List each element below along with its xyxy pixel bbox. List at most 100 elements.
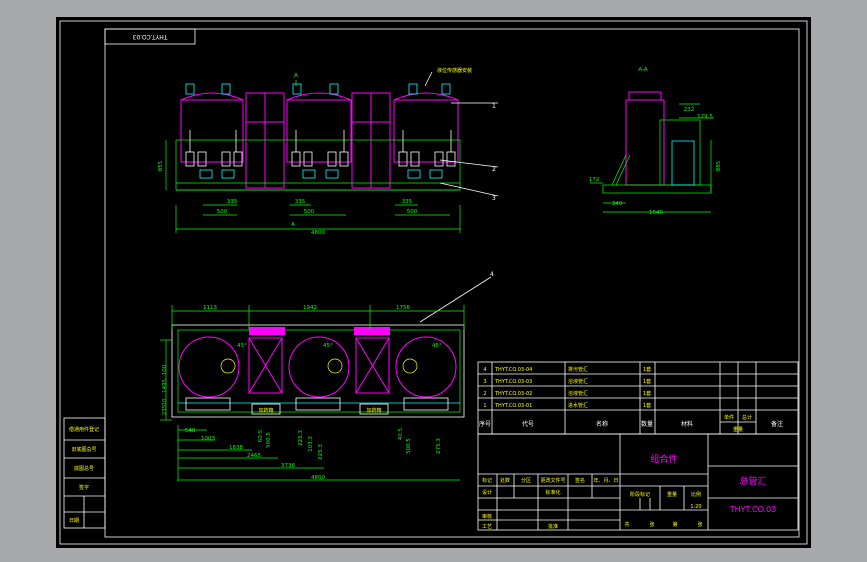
tb-stage-mark: 阶段标记 <box>630 491 650 498</box>
plan-vdim-2: 500.5 <box>266 432 272 448</box>
tb-page: 第 <box>672 521 677 528</box>
title-drawing-number: THYT.CO.03 <box>729 505 777 514</box>
cad-viewport[interactable]: { "title_box": {"drawing_no_mirrored": "… <box>0 0 867 562</box>
dim-side-bottom-left: 340 <box>612 201 623 207</box>
plan-angle-2: 45° <box>323 343 333 349</box>
bom-row-name: 溶液管汇 <box>568 390 588 397</box>
plan-vdim-1: 60.5 <box>258 429 264 442</box>
title-scale: 1:20 <box>690 504 701 510</box>
plan-angle-3: 45° <box>432 343 442 349</box>
title-assembly: 组合件 <box>650 453 677 465</box>
sheet-background <box>56 17 811 548</box>
plan-bottom-dim-2: 1003 <box>201 436 215 442</box>
bom-row-name: 进水管汇 <box>568 402 588 409</box>
plan-vdim-7: 500.5 <box>406 438 412 454</box>
tb-design: 设计 <box>482 489 492 496</box>
plan-module-label-1: 加药箱 <box>258 407 273 414</box>
plan-top-dim-3: 1756 <box>396 305 410 311</box>
callout-3: 3 <box>492 195 496 202</box>
bom-row-name: 排污管汇 <box>568 366 588 373</box>
plan-left-dim-3: 235 <box>162 404 168 415</box>
strip-label-1: 借通用件登记 <box>69 426 99 433</box>
bom-header-weight: 重量 <box>733 426 743 433</box>
plan-vdim-4: 103.3 <box>308 436 314 452</box>
plan-bottom-dim-1: 540 <box>185 428 196 434</box>
dim-front-2: 335 <box>295 199 306 205</box>
strip-label-3: 底图总号 <box>74 465 94 472</box>
dim-side-bottom: 1640 <box>649 210 663 216</box>
strip-label-2: 旧底图总号 <box>71 446 96 453</box>
bom-row-code: THYT.CO.03-03 <box>494 379 532 385</box>
tb-zone: 分区 <box>521 477 531 484</box>
dim-front-3: 335 <box>402 199 413 205</box>
callout-4: 4 <box>490 271 494 278</box>
sensor-note: 液位传感器安装 <box>437 67 472 74</box>
bom-row-code: THYT.CO.03-01 <box>494 403 532 409</box>
tb-zhang-2: 张 <box>697 521 702 528</box>
tb-ratio: 比例 <box>691 491 701 498</box>
tb-count: 处数 <box>500 477 510 484</box>
bom-row-code: THYT.CO.03-02 <box>494 391 532 397</box>
tb-change-doc: 更改文件号 <box>540 477 565 484</box>
dim-side-top: 232 <box>684 107 695 113</box>
strip-label-5: 日期 <box>69 518 79 524</box>
plan-vdim-6: 40.5 <box>398 427 404 440</box>
dim-side-left: 172 <box>589 177 600 183</box>
tb-sheets: 共 <box>624 521 629 528</box>
bom-row-no: 1 <box>483 403 486 409</box>
plan-bottom-dim-5: 3736 <box>281 463 295 469</box>
dim-side-offset: 129.5 <box>697 114 713 120</box>
callout-2: 2 <box>492 166 496 173</box>
section-mark-top: A <box>294 73 298 79</box>
bom-header-code: 代号 <box>522 420 534 428</box>
dim-front-6: 500 <box>407 209 418 215</box>
plan-top-dim-2: 1942 <box>303 305 317 311</box>
bom-row-qty: 1套 <box>643 378 651 385</box>
plan-left-dim-4: 100 <box>162 364 168 375</box>
tb-sign: 签名 <box>575 477 585 484</box>
callout-1: 1 <box>492 103 496 110</box>
dim-front-5: 500 <box>304 209 315 215</box>
section-mark-bottom: A <box>291 222 295 228</box>
bom-row-name: 溶液管汇 <box>568 378 588 385</box>
dim-front-overall: 4800 <box>311 230 325 236</box>
bom-row-qty: 1套 <box>643 402 651 409</box>
bom-header-total: 总计 <box>742 414 752 421</box>
bom-row-qty: 1套 <box>643 366 651 373</box>
dim-front-1: 335 <box>227 199 238 205</box>
plan-vdim-8: 275.3 <box>436 438 442 454</box>
plan-top-dim-1: 1113 <box>203 305 217 311</box>
bom-header-remark: 备注 <box>771 420 783 428</box>
title-drawing-name: 总管汇 <box>739 475 766 487</box>
dim-front-height: 855 <box>158 160 164 171</box>
plan-module-label-2: 加药箱 <box>366 407 381 414</box>
bom-row-no: 2 <box>483 391 486 397</box>
plan-bottom-dim-4: 2465 <box>247 453 261 459</box>
tb-date: 年、月、日 <box>593 477 618 484</box>
mirrored-drawing-number: THYT.CO.03 <box>132 33 168 40</box>
tb-standard: 标准化 <box>545 489 560 496</box>
bom-header-material: 材料 <box>681 420 693 428</box>
plan-bottom-dim-3: 1838 <box>229 445 243 451</box>
tb-weight: 重量 <box>667 491 677 498</box>
bom-header-qty: 数量 <box>641 420 653 428</box>
bom-row-code: THYT.CO.03-04 <box>494 367 532 373</box>
bom-row-no: 4 <box>483 367 486 373</box>
section-aa-label: A-A <box>638 67 648 73</box>
tb-mark: 标记 <box>482 477 492 484</box>
plan-left-dim-1: 1495 <box>162 379 168 393</box>
tb-process: 工艺 <box>482 524 492 530</box>
bom-header-name: 名称 <box>596 420 608 428</box>
bom-header-no: 序号 <box>479 420 491 428</box>
drawing-sheet: THYT.CO.03 借通用件登记 旧底图总号 底图总号 签字 日期 A A 液… <box>56 17 811 548</box>
bom-row-qty: 1套 <box>643 390 651 397</box>
tb-review: 审核 <box>482 513 492 520</box>
tb-approve: 批准 <box>548 523 558 530</box>
tb-zhang: 张 <box>649 521 654 528</box>
bom-header-unit: 单件 <box>724 414 734 421</box>
bom-row-no: 3 <box>483 379 486 385</box>
plan-bottom-dim-6: 4800 <box>311 475 325 481</box>
dim-front-4: 500 <box>217 209 228 215</box>
dim-side-height: 885 <box>716 160 722 171</box>
plan-left-dim-2: 10 <box>162 398 168 405</box>
